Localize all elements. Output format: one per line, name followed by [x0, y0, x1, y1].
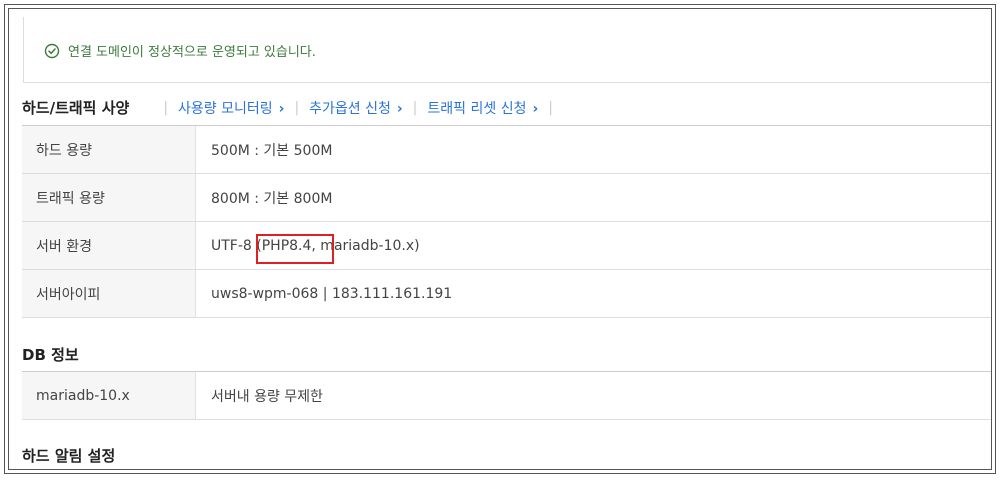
section-db-header: DB 정보 [22, 344, 79, 365]
divider: | [163, 99, 169, 116]
section-links: | 사용량 모니터링 › | 추가옵션 신청 › | 트래픽 리셋 신청 › | [153, 98, 563, 118]
row-value: uws8-wpm-068 | 183.111.161.191 [211, 285, 453, 302]
row-value: 서버내 용량 무제한 [211, 388, 323, 405]
table-row: 서버아이피 uws8-wpm-068 | 183.111.161.191 [22, 270, 991, 318]
chevron-right-icon: › [396, 100, 403, 117]
row-value: 500M : 기본 500M [211, 142, 333, 159]
table-row: 하드 용량 500M : 기본 500M [22, 126, 991, 174]
chevron-right-icon: › [532, 100, 539, 117]
row-label: mariadb-10.x [22, 372, 196, 419]
divider: | [412, 99, 418, 116]
table-row: 트래픽 용량 800M : 기본 800M [22, 174, 991, 222]
content-area: 연결 도메인이 정상적으로 운영되고 있습니다. 하드/트래픽 사양 | 사용량… [9, 9, 991, 469]
table-row: 서버 환경 UTF-8 (PHP8.4, mariadb-10.x) [22, 222, 991, 270]
link-label: 추가옵션 신청 [309, 100, 391, 117]
chevron-right-icon: › [278, 100, 285, 117]
check-circle-icon [44, 43, 60, 59]
section-title: DB 정보 [22, 346, 79, 364]
traffic-reset-link[interactable]: 트래픽 리셋 신청 › [427, 98, 538, 118]
link-label: 트래픽 리셋 신청 [427, 100, 527, 117]
table-row: mariadb-10.x 서버내 용량 무제한 [22, 372, 991, 420]
row-label: 서버 환경 [22, 222, 196, 269]
row-label: 트래픽 용량 [22, 174, 196, 221]
divider: | [548, 99, 553, 116]
row-label: 서버아이피 [22, 270, 196, 317]
add-option-link[interactable]: 추가옵션 신청 › [309, 98, 403, 118]
hard-traffic-table: 하드 용량 500M : 기본 500M 트래픽 용량 800M : 기본 80… [22, 125, 991, 318]
row-value: UTF-8 (PHP8.4, mariadb-10.x) [211, 237, 420, 254]
status-notice: 연결 도메인이 정상적으로 운영되고 있습니다. [23, 17, 991, 83]
section-title: 하드 알림 설정 [22, 447, 116, 465]
divider: | [294, 99, 300, 116]
status-notice-text: 연결 도메인이 정상적으로 운영되고 있습니다. [68, 45, 316, 60]
section-hard-traffic-header: 하드/트래픽 사양 | 사용량 모니터링 › | 추가옵션 신청 › | 트래픽 리… [22, 97, 563, 118]
usage-monitoring-link[interactable]: 사용량 모니터링 › [178, 98, 284, 118]
link-label: 사용량 모니터링 [178, 100, 273, 117]
row-label: 하드 용량 [22, 126, 196, 173]
status-notice-row: 연결 도메인이 정상적으로 운영되고 있습니다. [44, 41, 316, 60]
section-hard-alert-header: 하드 알림 설정 [22, 445, 115, 466]
row-value: 800M : 기본 800M [211, 190, 333, 207]
db-table: mariadb-10.x 서버내 용량 무제한 [22, 371, 991, 420]
section-title: 하드/트래픽 사양 [22, 99, 130, 117]
